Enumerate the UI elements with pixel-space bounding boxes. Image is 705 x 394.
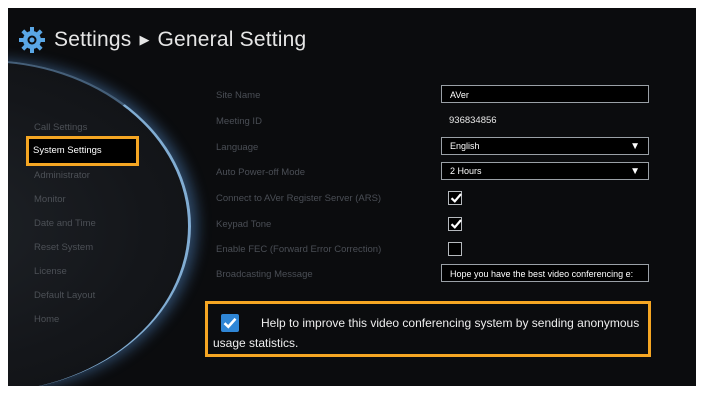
- caret-down-icon: ▼: [630, 166, 640, 177]
- keypad-tone-label: Keypad Tone: [216, 219, 272, 230]
- fec-label: Enable FEC (Forward Error Correction): [216, 244, 382, 255]
- page-subtitle: General Setting: [157, 28, 307, 51]
- meeting-id-value: 936834856: [449, 115, 497, 126]
- site-name-label: Site Name: [216, 90, 261, 101]
- auto-power-off-label: Auto Power-off Mode: [216, 167, 306, 178]
- sidebar-item-home[interactable]: Home: [30, 308, 144, 332]
- sidebar-item-reset-system[interactable]: Reset System: [30, 236, 144, 260]
- language-dropdown[interactable]: English ▼: [441, 137, 649, 155]
- sidebar-item-monitor[interactable]: Monitor: [30, 188, 144, 212]
- breadcrumb-arrow-icon: ▶: [139, 32, 150, 47]
- title-bar: Settings ▶ General Setting: [18, 20, 306, 60]
- auto-power-off-dropdown[interactable]: 2 Hours ▼: [441, 162, 649, 180]
- sidebar-item-default-layout[interactable]: Default Layout: [30, 284, 144, 308]
- gear-icon: [19, 27, 45, 53]
- language-label: Language: [216, 142, 259, 153]
- sidebar-item-administrator[interactable]: Administrator: [30, 164, 144, 188]
- broadcasting-message-input[interactable]: Hope you have the best video conferencin…: [441, 264, 649, 282]
- fec-checkbox[interactable]: [448, 242, 462, 256]
- checkmark-icon: [450, 219, 462, 229]
- improve-statistics-box: Help to improve this video conferencing …: [205, 301, 651, 357]
- keypad-tone-checkbox[interactable]: [448, 217, 462, 231]
- settings-screen: Settings ▶ General Setting Call Settings…: [8, 8, 696, 386]
- meeting-id-label: Meeting ID: [216, 116, 262, 127]
- ars-label: Connect to AVer Register Server (ARS): [216, 193, 382, 204]
- auto-power-off-value: 2 Hours: [450, 166, 482, 176]
- improve-statistics-label: Help to improve this video conferencing …: [213, 316, 640, 350]
- sidebar-item-date-and-time[interactable]: Date and Time: [30, 212, 144, 236]
- sidebar-item-license[interactable]: License: [30, 260, 144, 284]
- broadcasting-message-label: Broadcasting Message: [216, 269, 313, 280]
- site-name-input[interactable]: AVer: [441, 85, 649, 103]
- language-value: English: [450, 141, 480, 151]
- checkmark-icon: [450, 193, 462, 203]
- ars-checkbox[interactable]: [448, 191, 462, 205]
- page-title: Settings: [54, 28, 132, 51]
- sidebar-item-system-settings[interactable]: System Settings: [26, 136, 139, 166]
- caret-down-icon: ▼: [630, 141, 640, 152]
